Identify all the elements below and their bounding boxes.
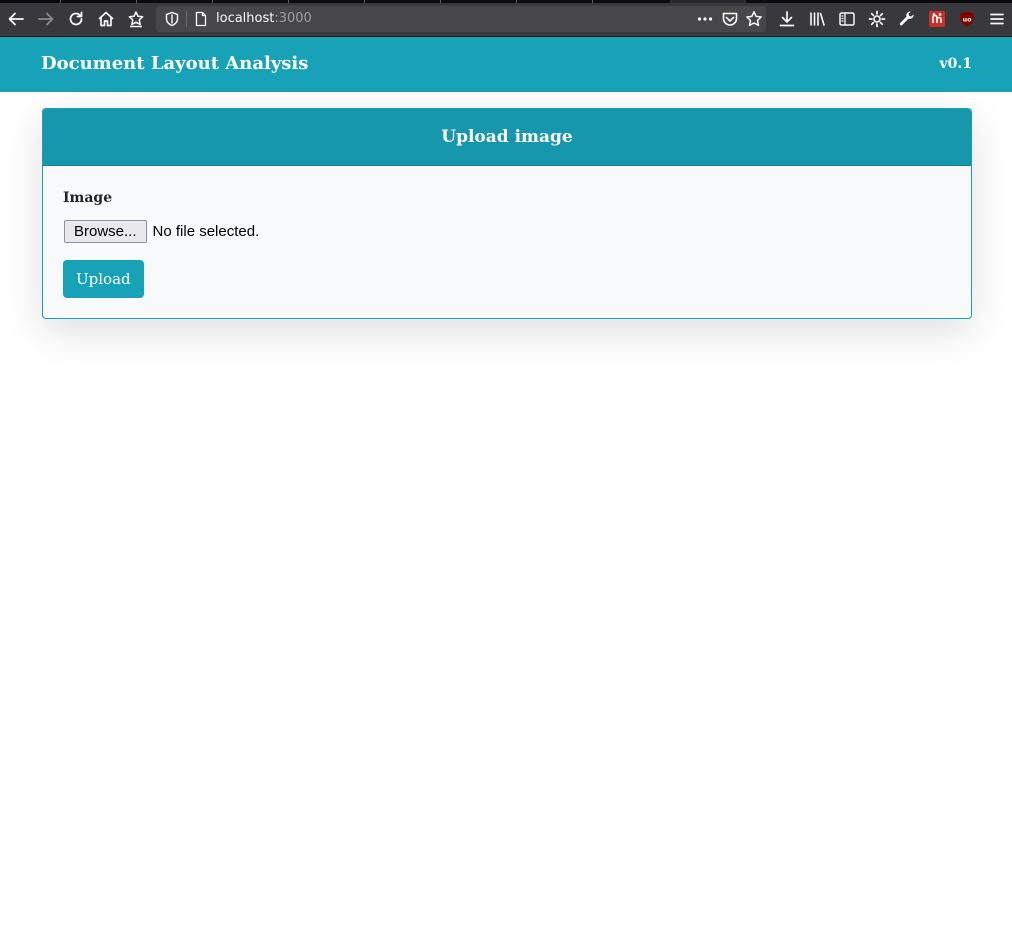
tab-active[interactable] (670, 0, 746, 3)
reload-icon (67, 10, 85, 28)
forward-button[interactable] (35, 8, 57, 30)
ellipsis-icon (696, 13, 714, 32)
tab-separator (288, 0, 289, 3)
main-content: Upload image Image Browse... No file sel… (0, 92, 1012, 938)
browse-button[interactable]: Browse... (64, 220, 147, 243)
wrench-icon (898, 10, 916, 28)
upload-button[interactable]: Upload (63, 260, 144, 298)
file-status-text: No file selected. (152, 223, 260, 240)
page-icon[interactable] (193, 11, 209, 31)
upload-card: Upload image Image Browse... No file sel… (42, 108, 972, 319)
app-navbar: Document Layout Analysis v0.1 (0, 37, 1012, 92)
sidebar-button[interactable] (836, 8, 858, 30)
tab-strip (0, 0, 1012, 3)
library-button[interactable] (806, 8, 828, 30)
sidebar-icon (838, 10, 856, 28)
forward-arrow-icon (37, 10, 55, 28)
settings-button[interactable] (866, 8, 888, 30)
image-field-label: Image (63, 190, 113, 206)
ublock-button[interactable]: uo (956, 8, 978, 30)
card-title: Upload image (441, 127, 573, 147)
browser-toolbar: localhost:3000 uo (0, 0, 1012, 37)
tab-separator (592, 0, 593, 3)
back-button[interactable] (5, 8, 27, 30)
home-icon (97, 10, 115, 28)
shield-icon[interactable] (164, 11, 180, 31)
card-body: Image Browse... No file selected. Upload (43, 166, 971, 318)
page-actions-button[interactable] (696, 10, 714, 32)
star-icon (745, 11, 763, 32)
pocket-icon (721, 12, 739, 32)
extension-icon (928, 10, 946, 28)
card-header: Upload image (43, 109, 971, 166)
svg-text:uo: uo (962, 16, 972, 24)
url-port: :3000 (274, 11, 312, 26)
url-host: localhost (216, 11, 275, 26)
tools-button[interactable] (896, 8, 918, 30)
tab-separator (440, 0, 441, 3)
back-arrow-icon (7, 10, 25, 28)
urlbar-divider (186, 11, 187, 27)
url-text[interactable]: localhost:3000 (216, 10, 312, 28)
tab-separator (136, 0, 137, 3)
downloads-button[interactable] (776, 8, 798, 30)
menu-button[interactable] (986, 8, 1008, 30)
gear-icon (868, 10, 886, 28)
home-button[interactable] (95, 8, 117, 30)
extension-button[interactable] (926, 8, 948, 30)
tab-separator (212, 0, 213, 3)
bookmarks-button[interactable] (125, 8, 147, 30)
ublock-icon: uo (958, 10, 976, 28)
pocket-button[interactable] (721, 10, 739, 32)
app-brand[interactable]: Document Layout Analysis (41, 53, 308, 75)
reload-button[interactable] (65, 8, 87, 30)
tab-separator (60, 0, 61, 3)
url-bar[interactable]: localhost:3000 (156, 6, 766, 32)
star-bookmark-button[interactable] (745, 10, 763, 32)
hamburger-menu-icon (988, 10, 1006, 28)
bookmark-star-icon (127, 10, 145, 28)
download-icon (778, 10, 796, 28)
library-icon (808, 10, 826, 28)
tab-separator (516, 0, 517, 3)
tab-separator (364, 0, 365, 3)
file-input[interactable]: Browse... No file selected. (64, 220, 259, 243)
app-version: v0.1 (939, 56, 973, 72)
